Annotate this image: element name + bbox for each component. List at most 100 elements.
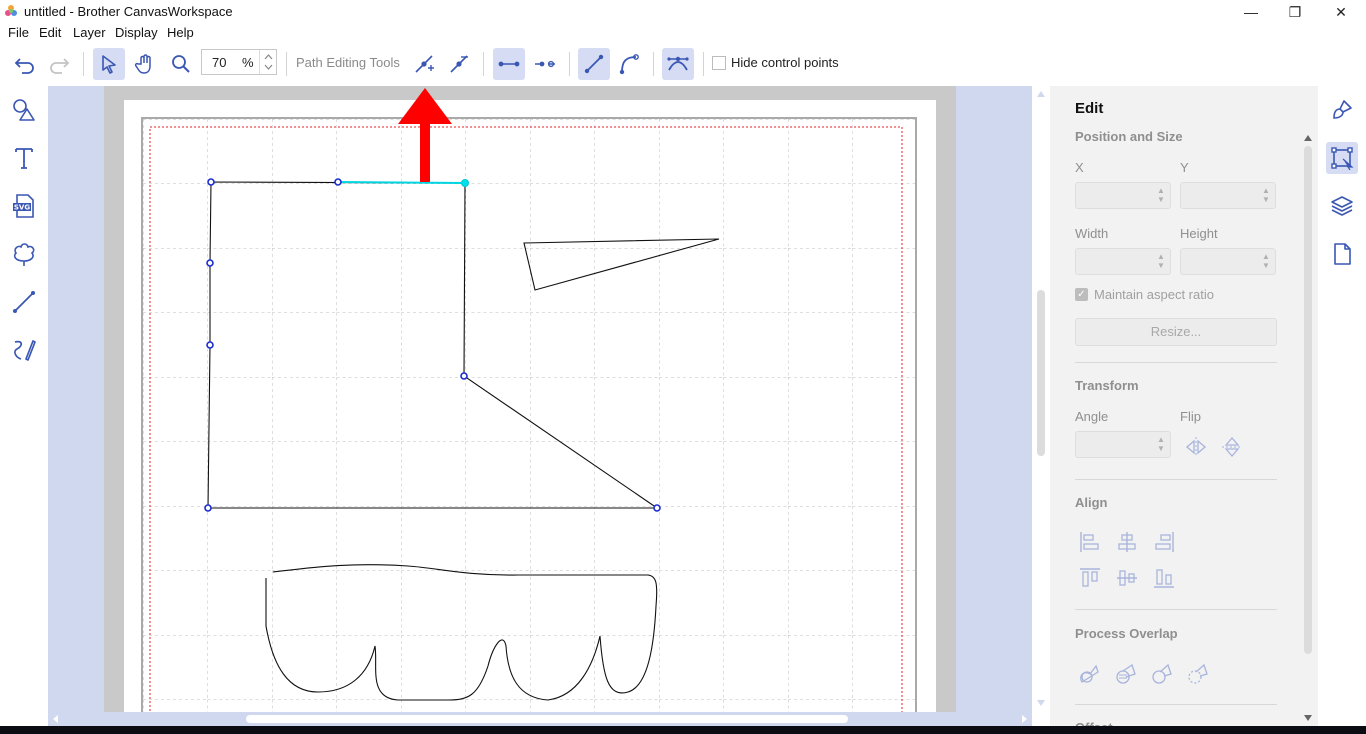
join-node-button[interactable]	[493, 48, 525, 80]
section-divider	[1075, 479, 1277, 480]
zoom-tool-button[interactable]	[165, 48, 197, 80]
control-point[interactable]	[204, 504, 212, 512]
flip-vertical-icon[interactable]	[1220, 435, 1244, 459]
x-input[interactable]: ▲ ▼	[1075, 182, 1171, 209]
redo-button[interactable]	[43, 48, 75, 80]
control-point[interactable]	[653, 504, 661, 512]
width-stepper-icon[interactable]: ▲ ▼	[1156, 252, 1166, 272]
add-node-button[interactable]	[408, 48, 440, 80]
control-point[interactable]	[334, 178, 342, 186]
panel-scrollbar-thumb[interactable]	[1304, 146, 1312, 654]
menu-help[interactable]: Help	[167, 25, 194, 40]
select-tool-button[interactable]	[93, 48, 125, 80]
scroll-up-icon[interactable]	[1037, 90, 1045, 97]
menu-file[interactable]: File	[8, 25, 29, 40]
break-node-button[interactable]	[529, 48, 561, 80]
panel-scroll-up-icon[interactable]	[1304, 134, 1312, 141]
flip-horizontal-icon[interactable]	[1184, 435, 1208, 459]
svg-icon: SVG	[13, 194, 34, 218]
intersect-icon[interactable]	[1150, 662, 1174, 686]
align-left-icon[interactable]	[1078, 530, 1102, 554]
minimize-button[interactable]: —	[1228, 0, 1274, 24]
delete-node-button[interactable]	[443, 48, 475, 80]
align-bottom-icon[interactable]	[1152, 566, 1176, 590]
scroll-right-icon[interactable]	[1020, 715, 1028, 723]
vertical-scrollbar[interactable]	[1032, 86, 1050, 712]
restore-button[interactable]: ❐	[1272, 0, 1318, 24]
x-stepper-icon[interactable]: ▲ ▼	[1156, 186, 1166, 206]
curve-segment-button[interactable]	[613, 48, 645, 80]
toolbar-divider	[703, 52, 704, 76]
curve-segment-icon	[619, 54, 639, 75]
height-input[interactable]: ▲ ▼	[1180, 248, 1276, 275]
text-tool-button[interactable]	[8, 142, 40, 174]
panel-scrollbar[interactable]	[1300, 134, 1316, 722]
align-top-icon[interactable]	[1078, 566, 1102, 590]
control-point[interactable]	[207, 178, 215, 186]
shapes-tool-button[interactable]	[8, 94, 40, 126]
tab-edit[interactable]	[1326, 142, 1358, 174]
exclude-icon[interactable]	[1186, 662, 1210, 686]
process-overlap-heading: Process Overlap	[1075, 626, 1178, 641]
zoom-input[interactable]: 70 %	[201, 49, 277, 75]
tab-page[interactable]	[1326, 238, 1358, 270]
horizontal-scrollbar-thumb[interactable]	[246, 715, 848, 723]
control-point[interactable]	[206, 341, 214, 349]
weld-icon[interactable]	[1078, 662, 1102, 686]
canvas-area[interactable]	[48, 86, 1036, 712]
panel-scroll-down-icon[interactable]	[1304, 715, 1312, 722]
tab-brush[interactable]	[1326, 94, 1358, 126]
section-divider	[1075, 609, 1277, 610]
menu-layer[interactable]: Layer	[73, 25, 106, 40]
selected-control-point[interactable]	[461, 179, 469, 187]
pattern-tool-button[interactable]	[8, 238, 40, 270]
shapes-icon	[13, 99, 35, 121]
minimize-icon: —	[1244, 4, 1258, 20]
svg-import-button[interactable]: SVG	[8, 190, 40, 222]
align-middle-icon[interactable]	[1115, 566, 1139, 590]
highlighted-segment[interactable]	[337, 181, 466, 184]
control-point[interactable]	[460, 372, 468, 380]
tab-layers[interactable]	[1326, 190, 1358, 222]
smooth-node-button[interactable]	[662, 48, 694, 80]
line-tool-button[interactable]	[8, 286, 40, 318]
menu-display[interactable]: Display	[115, 25, 158, 40]
freehand-tool-button[interactable]	[8, 334, 40, 366]
left-toolbar: SVG	[0, 86, 48, 734]
align-center-icon[interactable]	[1115, 530, 1139, 554]
toolbar-divider	[569, 52, 570, 76]
group-overlap-icon[interactable]	[1114, 662, 1138, 686]
select-icon	[102, 55, 116, 74]
svg-icon-text: SVG	[14, 204, 30, 212]
angle-input[interactable]: ▲ ▼	[1075, 431, 1171, 458]
zoom-stepper[interactable]	[259, 50, 277, 74]
width-input[interactable]: ▲ ▼	[1075, 248, 1171, 275]
angle-stepper-icon[interactable]: ▲ ▼	[1156, 435, 1166, 455]
brush-icon	[1333, 100, 1352, 119]
close-button[interactable]: ✕	[1318, 0, 1364, 24]
hand-tool-button[interactable]	[129, 48, 161, 80]
y-stepper-icon[interactable]: ▲ ▼	[1261, 186, 1271, 206]
align-right-icon[interactable]	[1152, 530, 1176, 554]
section-divider	[1075, 704, 1277, 705]
hide-control-points-label: Hide control points	[731, 55, 839, 70]
maintain-aspect-checkbox[interactable]: ✓	[1075, 288, 1088, 301]
menu-bar: File Edit Layer Display Help	[0, 24, 1366, 42]
vertical-scrollbar-thumb[interactable]	[1037, 290, 1045, 456]
y-input[interactable]: ▲ ▼	[1180, 182, 1276, 209]
app-logo-icon	[5, 5, 17, 16]
drawing-svg[interactable]	[48, 86, 1036, 712]
hide-control-points-checkbox[interactable]	[712, 56, 726, 70]
zoom-stepper-arrows-icon	[264, 54, 273, 70]
undo-button[interactable]	[9, 48, 41, 80]
menu-edit[interactable]: Edit	[39, 25, 61, 40]
close-icon: ✕	[1335, 3, 1347, 20]
control-point[interactable]	[206, 259, 214, 267]
resize-button[interactable]: Resize...	[1075, 318, 1277, 346]
height-stepper-icon[interactable]: ▲ ▼	[1261, 252, 1271, 272]
scroll-left-icon[interactable]	[52, 715, 60, 723]
horizontal-scrollbar[interactable]	[48, 712, 1032, 726]
width-label: Width	[1075, 226, 1109, 241]
scroll-down-icon[interactable]	[1037, 700, 1045, 707]
straight-segment-button[interactable]	[578, 48, 610, 80]
